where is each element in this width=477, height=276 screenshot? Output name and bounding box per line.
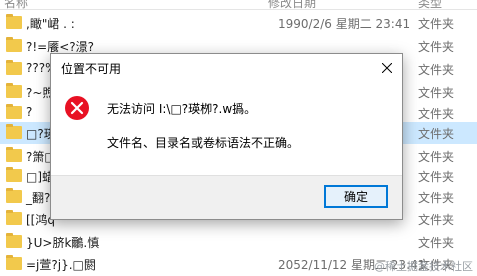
column-header-date[interactable]: 修改日期	[268, 0, 316, 11]
item-type: 文件夹	[418, 107, 455, 121]
dialog-title: 位置不可用	[61, 62, 122, 76]
item-type: 文件夹	[418, 86, 455, 100]
item-type: 文件夹	[418, 150, 455, 164]
dialog-footer: 确定	[51, 175, 402, 219]
folder-icon	[6, 255, 22, 270]
close-button[interactable]	[372, 54, 402, 82]
error-icon	[65, 96, 89, 120]
item-type: 文件夹	[418, 236, 455, 250]
column-header-row: 名称 修改日期 类型	[0, 0, 477, 10]
item-name: =j萱?j}.□閼	[26, 258, 96, 272]
item-type: 文件夹	[418, 17, 455, 31]
folder-icon	[6, 147, 22, 162]
item-name: }U>脐k鸍.慎	[26, 236, 100, 250]
folder-icon	[6, 14, 22, 29]
column-header-type[interactable]: 类型	[418, 0, 442, 11]
close-icon	[382, 63, 392, 73]
item-type: 文件夹	[418, 127, 455, 141]
folder-icon	[6, 124, 22, 139]
dialog-titlebar[interactable]: 位置不可用	[51, 54, 402, 82]
error-dialog: 位置不可用 无法访问 I:\□?瑛栁?.w撝。 文件名、目录名或卷标语法不正确。…	[50, 53, 403, 220]
folder-icon	[6, 210, 22, 225]
item-type: 文件夹	[418, 40, 455, 54]
error-detail: 文件名、目录名或卷标语法不正确。	[107, 136, 300, 150]
folder-icon	[6, 233, 22, 248]
error-message: 无法访问 I:\□?瑛栁?.w撝。	[107, 102, 257, 116]
item-date: 1990/2/6 星期二 23:41	[278, 17, 411, 31]
folder-icon	[6, 104, 22, 119]
list-item[interactable]: ,瞰"峮 . : 1990/2/6 星期二 23:41 文件夹	[0, 12, 477, 34]
folder-icon	[6, 37, 22, 52]
column-header-name[interactable]: 名称	[4, 0, 28, 11]
item-name: ,瞰"峮 . :	[26, 17, 75, 31]
folder-icon	[6, 60, 22, 75]
watermark: @稀土掘金技术社区	[374, 260, 473, 273]
folder-icon	[6, 83, 22, 98]
folder-icon	[6, 188, 22, 203]
item-name: ?	[26, 105, 33, 119]
folder-icon	[6, 167, 22, 182]
item-name: _翻?	[26, 191, 51, 205]
item-type: 文件夹	[418, 213, 455, 227]
list-item[interactable]: }U>脐k鸍.慎 文件夹	[0, 231, 477, 253]
item-type: 文件夹	[418, 191, 455, 205]
item-type: 文件夹	[418, 170, 455, 184]
item-type: 文件夹	[418, 63, 455, 77]
ok-button[interactable]: 确定	[324, 185, 388, 208]
